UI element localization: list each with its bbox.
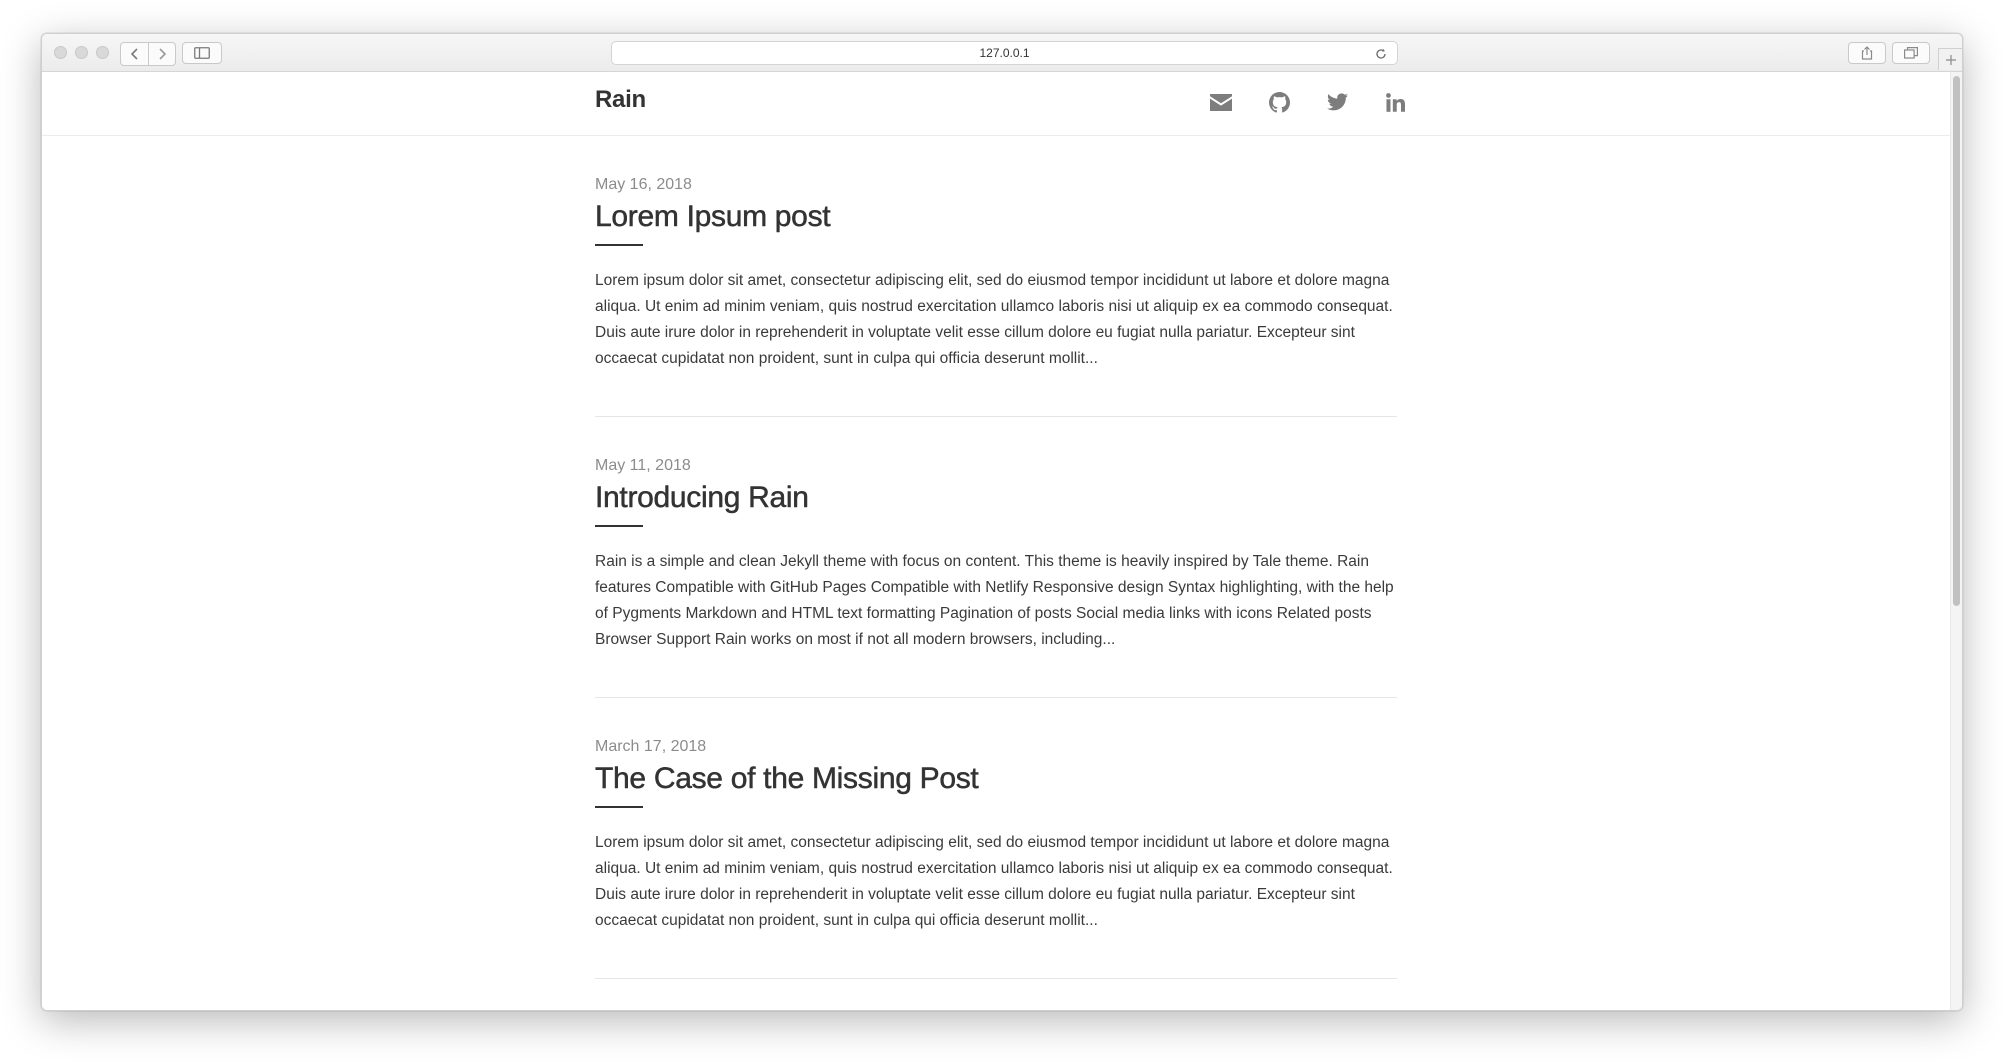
minimize-window-button[interactable]	[75, 46, 88, 59]
envelope-icon	[1210, 93, 1232, 111]
sidebar-icon	[194, 47, 210, 59]
new-tab-button[interactable]	[1938, 48, 1962, 70]
show-sidebar-button[interactable]	[182, 42, 222, 64]
back-button[interactable]	[121, 43, 148, 65]
tabs-icon	[1904, 47, 1918, 59]
github-icon	[1268, 91, 1290, 112]
address-bar[interactable]: 127.0.0.1	[611, 41, 1398, 65]
social-links	[1192, 86, 1424, 118]
window-controls	[54, 46, 109, 59]
site-title-link[interactable]: Rain	[595, 86, 646, 114]
plus-icon	[1945, 54, 1956, 65]
post-excerpt: Rain is a simple and clean Jekyll theme …	[595, 553, 1394, 648]
browser-toolbar: 127.0.0.1	[42, 34, 1962, 72]
zoom-window-button[interactable]	[96, 46, 109, 59]
post-item: March 17, 2018 The Case of the Missing P…	[595, 698, 1397, 979]
desktop-background: 127.0.0.1 Rain May 16, 2018 Lorem Ipsum …	[0, 0, 2004, 1061]
post-excerpt: Lorem ipsum dolor sit amet, consectetur …	[595, 834, 1393, 929]
site-header: Rain	[42, 72, 1952, 136]
title-underline	[595, 525, 643, 527]
chevron-right-icon	[159, 48, 167, 60]
history-navigation	[120, 42, 176, 66]
scrollbar-thumb[interactable]	[1953, 76, 1960, 606]
browser-window: 127.0.0.1 Rain May 16, 2018 Lorem Ipsum …	[41, 33, 1963, 1011]
forward-button[interactable]	[148, 43, 175, 65]
share-icon	[1861, 46, 1873, 60]
post-title-link[interactable]: The Case of the Missing Post	[595, 762, 979, 796]
twitter-link[interactable]	[1308, 86, 1366, 118]
post-title-link[interactable]: Introducing Rain	[595, 481, 809, 515]
post-item: May 16, 2018 Lorem Ipsum post Lorem ipsu…	[595, 136, 1397, 417]
share-button[interactable]	[1848, 42, 1886, 64]
linkedin-link[interactable]	[1366, 86, 1424, 118]
post-date: May 11, 2018	[595, 457, 691, 474]
reload-icon	[1376, 48, 1386, 59]
title-underline	[595, 806, 643, 808]
post-list: May 16, 2018 Lorem Ipsum post Lorem ipsu…	[595, 136, 1397, 979]
title-underline	[595, 244, 643, 246]
email-link[interactable]	[1192, 86, 1250, 118]
post-date: May 16, 2018	[595, 176, 692, 193]
post-item: May 11, 2018 Introducing Rain Rain is a …	[595, 417, 1397, 698]
close-window-button[interactable]	[54, 46, 67, 59]
page-viewport: Rain May 16, 2018 Lorem Ipsum post Lorem…	[42, 72, 1962, 1010]
linkedin-icon	[1385, 92, 1405, 112]
chevron-left-icon	[130, 48, 138, 60]
vertical-scrollbar[interactable]	[1950, 72, 1962, 1010]
post-date: March 17, 2018	[595, 738, 707, 755]
reload-button[interactable]	[1373, 46, 1389, 62]
tab-overview-button[interactable]	[1892, 42, 1930, 64]
post-title-link[interactable]: Lorem Ipsum post	[595, 200, 831, 234]
twitter-icon	[1326, 93, 1348, 111]
address-url: 127.0.0.1	[979, 46, 1030, 60]
github-link[interactable]	[1250, 86, 1308, 118]
post-excerpt: Lorem ipsum dolor sit amet, consectetur …	[595, 272, 1393, 367]
